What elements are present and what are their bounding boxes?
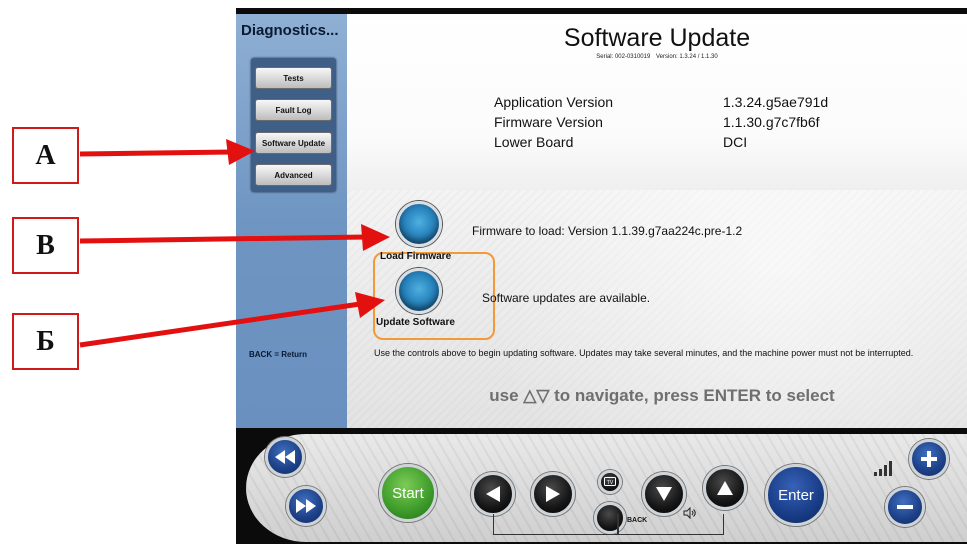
- arrow-a: [79, 139, 255, 165]
- arrow-b: [79, 224, 390, 251]
- annotation-arrows: [79, 139, 390, 348]
- arrow-v: [79, 292, 385, 348]
